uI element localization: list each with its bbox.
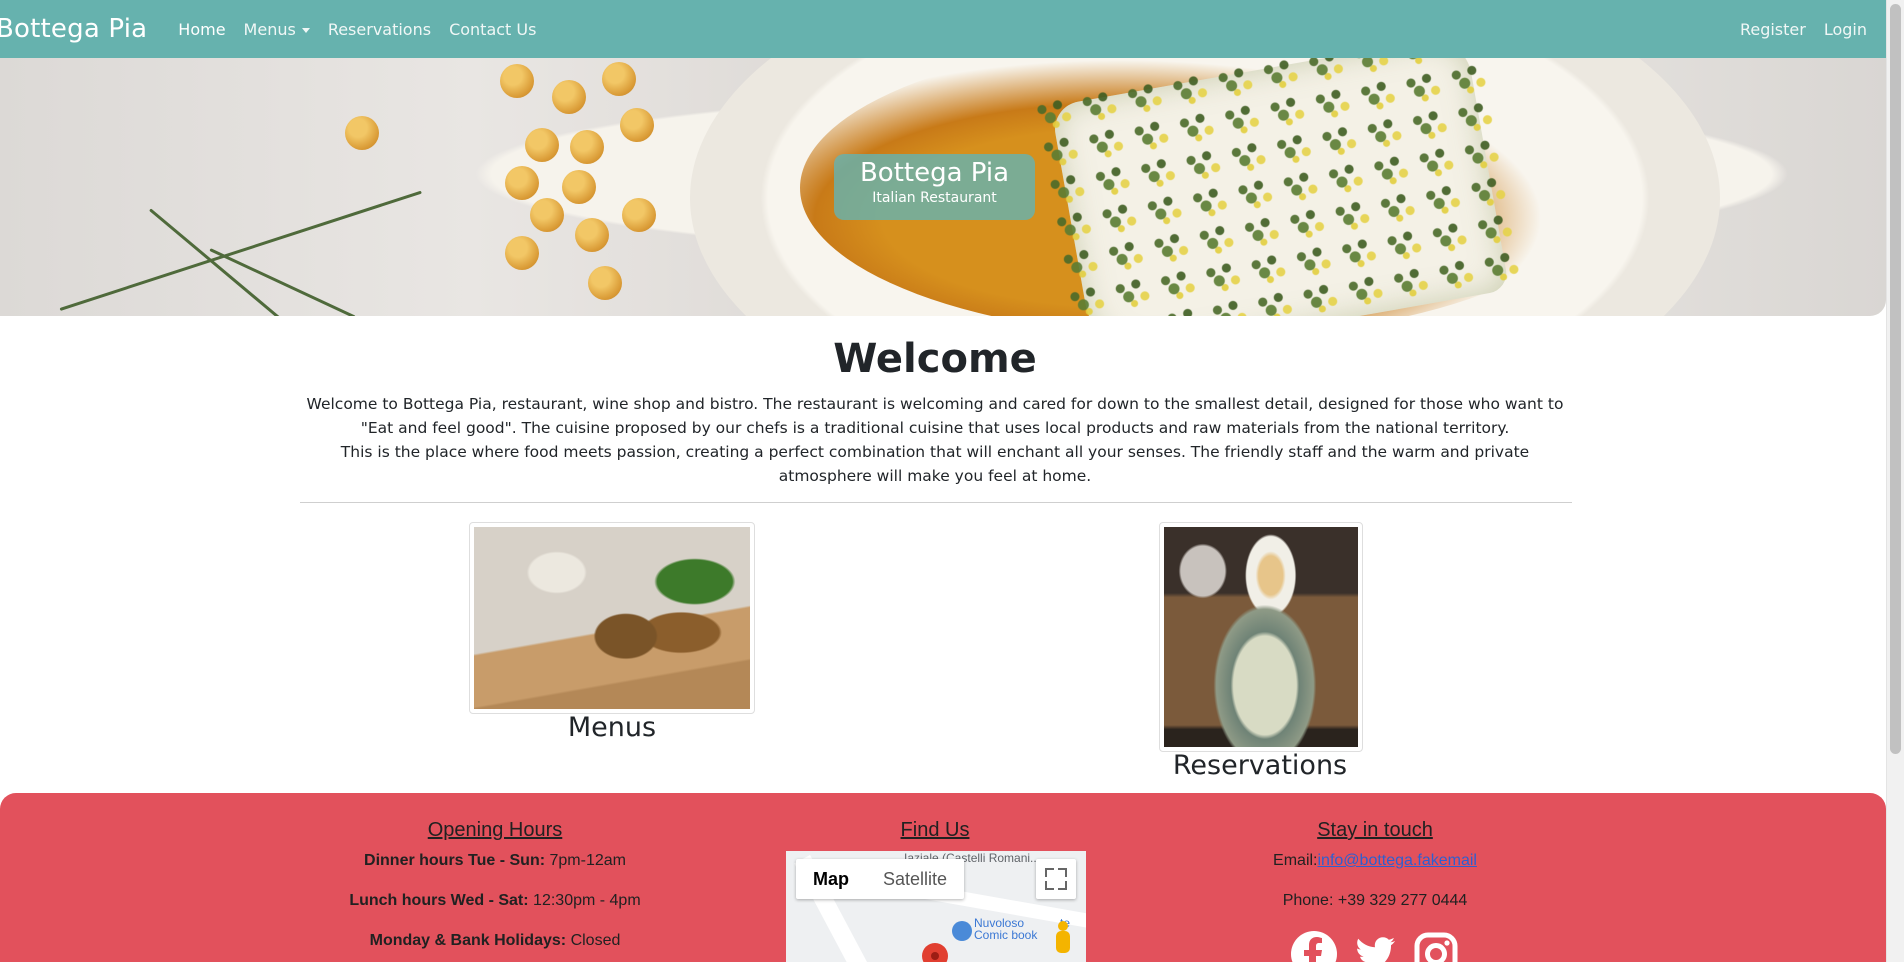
hours-label: Lunch hours Wed - Sat: <box>349 892 529 909</box>
welcome-paragraph-2: This is the place where food meets passi… <box>340 443 1530 485</box>
reservations-card-image[interactable] <box>1159 522 1363 752</box>
chickpea-graphic <box>588 266 622 300</box>
hero-herbs-graphic <box>1030 58 1530 316</box>
nav-menus-label: Menus <box>243 19 296 39</box>
hero-title: Bottega Pia <box>859 158 1010 188</box>
twitter-icon[interactable] <box>1353 931 1399 962</box>
nav-auth-links: Register Login <box>1731 0 1876 58</box>
email-line: Email:info@bottega.fakemail <box>1175 852 1575 870</box>
hours-line: Dinner hours Tue - Sun: 7pm-12am <box>295 852 695 870</box>
brand-logo[interactable]: Bottega Pia <box>0 14 147 44</box>
pegman-body <box>1056 931 1070 953</box>
chickpea-graphic <box>525 128 559 162</box>
opening-hours-heading: Opening Hours <box>427 819 563 841</box>
welcome-paragraph-1: Welcome to Bottega Pia, restaurant, wine… <box>306 395 1564 437</box>
chickpea-graphic <box>505 236 539 270</box>
fullscreen-corner <box>1058 868 1067 877</box>
map-poi-label[interactable]: Nuvoloso Comic book <box>974 917 1037 941</box>
chickpea-graphic <box>552 80 586 114</box>
embedded-map[interactable]: Iaziale (Castelli Romani... Map Satellit… <box>786 851 1086 962</box>
hours-line: Monday & Bank Holidays: Closed <box>295 932 695 950</box>
chickpea-graphic <box>345 116 379 150</box>
hero-banner: Bottega Pia Italian Restaurant <box>0 58 1886 316</box>
email-label: Email: <box>1273 852 1318 869</box>
map-view-button[interactable]: Map <box>796 859 866 899</box>
nav-menus-dropdown[interactable]: Menus <box>235 20 319 39</box>
map-poi-icon[interactable] <box>952 921 972 941</box>
email-link[interactable]: info@bottega.fakemail <box>1318 852 1477 869</box>
fullscreen-icon[interactable] <box>1036 859 1076 899</box>
chickpea-graphic <box>622 198 656 232</box>
find-us-heading: Find Us <box>900 819 970 841</box>
fullscreen-corner <box>1045 868 1054 877</box>
facebook-icon[interactable] <box>1291 931 1337 962</box>
chickpea-graphic <box>505 166 539 200</box>
menus-card-image[interactable] <box>469 522 755 714</box>
caret-down-icon <box>301 27 310 33</box>
hours-value: 12:30pm - 4pm <box>533 892 641 909</box>
nav-contact-us[interactable]: Contact Us <box>440 20 545 39</box>
hero-subtitle: Italian Restaurant <box>872 190 997 206</box>
stay-in-touch-heading: Stay in touch <box>1317 819 1433 841</box>
pegman-head <box>1058 921 1068 931</box>
hours-label: Monday & Bank Holidays: <box>369 932 567 949</box>
top-navbar: Bottega Pia Home Menus Reservations Cont… <box>0 0 1886 58</box>
chickpea-graphic <box>620 108 654 142</box>
nav-register[interactable]: Register <box>1731 20 1815 39</box>
phone-line: Phone: +39 329 277 0444 <box>1282 892 1468 909</box>
map-marker-icon[interactable] <box>916 937 954 962</box>
hours-line: Lunch hours Wed - Sat: 12:30pm - 4pm <box>295 892 695 910</box>
pegman-icon[interactable] <box>1052 921 1074 955</box>
rosemary-graphic <box>59 190 422 311</box>
nav-login[interactable]: Login <box>1815 20 1876 39</box>
welcome-text: Welcome to Bottega Pia, restaurant, wine… <box>300 392 1570 488</box>
scrollbar-thumb[interactable] <box>1890 4 1901 754</box>
instagram-icon[interactable] <box>1413 931 1459 962</box>
fullscreen-corner <box>1058 881 1067 890</box>
chickpea-graphic <box>500 64 534 98</box>
poi-line-2: Comic book <box>974 928 1038 942</box>
hours-label: Dinner hours Tue - Sun: <box>364 852 546 869</box>
welcome-heading: Welcome <box>833 336 1037 382</box>
page-scrollbar[interactable] <box>1886 0 1904 962</box>
map-type-toggle: Map Satellite <box>796 859 965 899</box>
hero-title-card: Bottega Pia Italian Restaurant <box>834 154 1035 220</box>
menus-card-label[interactable]: Menus <box>469 712 755 743</box>
reservations-photo <box>1164 527 1358 747</box>
reservations-card-label[interactable]: Reservations <box>1120 750 1400 781</box>
hours-value: 7pm-12am <box>549 852 626 869</box>
fullscreen-corner <box>1045 881 1054 890</box>
chickpea-graphic <box>602 62 636 96</box>
chickpea-graphic <box>530 198 564 232</box>
nav-reservations[interactable]: Reservations <box>319 20 440 39</box>
rosemary-graphic <box>209 248 356 316</box>
section-divider <box>300 502 1572 503</box>
chickpea-graphic <box>570 130 604 164</box>
satellite-view-button[interactable]: Satellite <box>866 859 964 899</box>
menus-photo <box>474 527 750 709</box>
nav-links: Home Menus Reservations Contact Us <box>169 20 545 39</box>
chickpea-graphic <box>562 170 596 204</box>
hours-value: Closed <box>570 932 621 949</box>
nav-home[interactable]: Home <box>169 20 234 39</box>
chickpea-graphic <box>575 218 609 252</box>
